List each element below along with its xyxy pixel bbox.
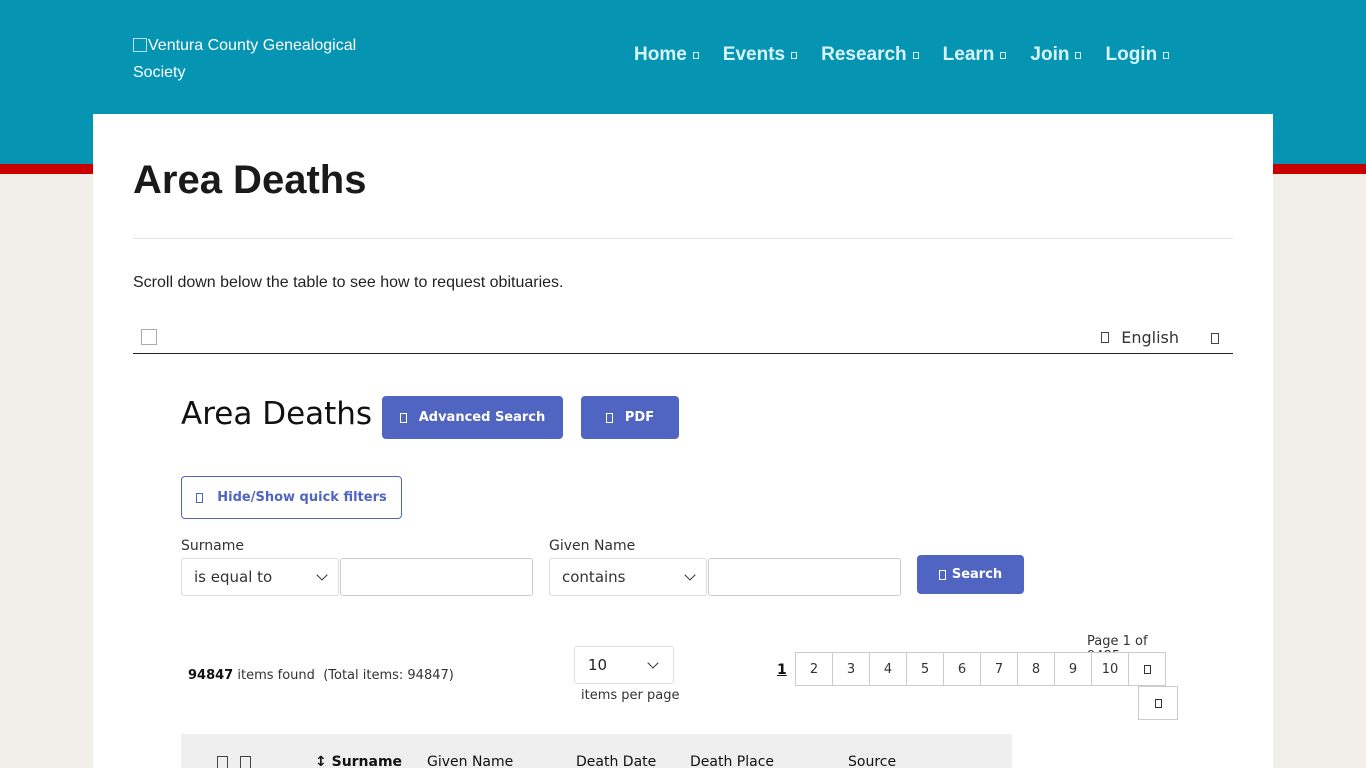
language-label: English bbox=[1121, 328, 1179, 347]
pdf-button[interactable]: PDF bbox=[581, 396, 679, 439]
page-title: Area Deaths bbox=[133, 158, 367, 202]
column-death-date[interactable]: Death Date bbox=[576, 754, 656, 768]
nav-label: Research bbox=[821, 44, 907, 65]
given-name-input[interactable] bbox=[708, 558, 901, 596]
chevron-down-icon bbox=[647, 657, 659, 669]
pdf-icon bbox=[605, 412, 613, 423]
search-icon bbox=[938, 569, 946, 580]
nav-events[interactable]: Events bbox=[722, 44, 798, 66]
nav-research[interactable]: Research bbox=[821, 44, 919, 66]
given-name-operator-select[interactable]: contains bbox=[549, 558, 707, 596]
caret-icon bbox=[1075, 51, 1082, 59]
search-button[interactable]: Search bbox=[917, 555, 1024, 594]
chevron-right-icon bbox=[1143, 664, 1151, 674]
select-value: contains bbox=[562, 568, 626, 586]
page-link-6[interactable]: 6 bbox=[943, 652, 981, 686]
page-link-9[interactable]: 9 bbox=[1054, 652, 1092, 686]
button-label: Advanced Search bbox=[418, 410, 546, 425]
filter-icon bbox=[196, 492, 204, 503]
select-value: 10 bbox=[588, 656, 608, 674]
broken-image-icon bbox=[133, 38, 147, 52]
caret-icon bbox=[912, 51, 919, 59]
site-logo[interactable]: Ventura County Genealogical Society bbox=[133, 32, 373, 86]
toggle-quick-filters-button[interactable]: Hide/Show quick filters bbox=[181, 476, 402, 519]
page-link-4[interactable]: 4 bbox=[869, 652, 907, 686]
nav-join[interactable]: Join bbox=[1030, 44, 1082, 66]
results-total: (Total items: 94847) bbox=[323, 668, 454, 683]
button-label: Search bbox=[951, 567, 1003, 582]
button-label: PDF bbox=[624, 410, 655, 425]
page-link-5[interactable]: 5 bbox=[906, 652, 944, 686]
items-per-page-label: items per page bbox=[581, 688, 680, 703]
column-given-name[interactable]: Given Name bbox=[427, 754, 513, 768]
logo-alt-text: Ventura County Genealogical Society bbox=[133, 37, 357, 81]
double-chevron-right-icon bbox=[1154, 698, 1162, 708]
current-page: 1 bbox=[777, 662, 787, 678]
results-suffix: items found bbox=[237, 668, 315, 683]
menu-icon[interactable] bbox=[1211, 333, 1219, 344]
chevron-down-icon bbox=[316, 569, 328, 581]
given-name-filter-label: Given Name bbox=[549, 538, 636, 554]
column-surname[interactable]: ↕ Surname bbox=[315, 754, 402, 768]
chevron-down-icon bbox=[684, 569, 696, 581]
globe-icon bbox=[1101, 332, 1110, 343]
surname-filter-label: Surname bbox=[181, 538, 244, 554]
column-source[interactable]: Source bbox=[848, 754, 896, 768]
select-all-checkbox[interactable] bbox=[217, 756, 228, 768]
broken-image-icon bbox=[141, 329, 157, 345]
page-link-2[interactable]: 2 bbox=[795, 652, 833, 686]
column-options-icon[interactable] bbox=[240, 756, 251, 768]
search-icon bbox=[399, 412, 407, 423]
surname-operator-select[interactable]: is equal to bbox=[181, 558, 339, 596]
page-link-3[interactable]: 3 bbox=[832, 652, 870, 686]
nav-home[interactable]: Home bbox=[634, 44, 699, 66]
nav-login[interactable]: Login bbox=[1105, 44, 1170, 66]
column-death-place[interactable]: Death Place bbox=[690, 754, 774, 768]
caret-icon bbox=[791, 51, 798, 59]
nav-label: Events bbox=[722, 44, 786, 65]
surname-input[interactable] bbox=[340, 558, 533, 596]
page-link-8[interactable]: 8 bbox=[1017, 652, 1055, 686]
nav-label: Login bbox=[1105, 44, 1158, 65]
items-per-page-select[interactable]: 10 bbox=[574, 646, 674, 684]
app-toolbar: English bbox=[133, 326, 1233, 354]
last-page-button[interactable] bbox=[1138, 686, 1178, 720]
title-divider bbox=[133, 238, 1233, 239]
results-number: 94847 bbox=[188, 668, 234, 683]
app-title: Area Deaths bbox=[181, 396, 373, 432]
caret-icon bbox=[1163, 51, 1170, 59]
nav-label: Join bbox=[1030, 44, 1070, 65]
intro-text: Scroll down below the table to see how t… bbox=[133, 274, 564, 291]
main-nav: Home Events Research Learn Join Login bbox=[634, 44, 1170, 66]
caret-icon bbox=[1000, 51, 1007, 59]
language-selector[interactable]: English bbox=[1101, 328, 1179, 347]
button-label: Hide/Show quick filters bbox=[217, 490, 387, 505]
page-link-10[interactable]: 10 bbox=[1091, 652, 1129, 686]
content-card: Area Deaths Scroll down below the table … bbox=[93, 114, 1273, 768]
caret-icon bbox=[692, 51, 699, 59]
page-link-7[interactable]: 7 bbox=[980, 652, 1018, 686]
nav-learn[interactable]: Learn bbox=[943, 44, 1007, 66]
results-count: 94847 items found (Total items: 94847) bbox=[188, 668, 454, 683]
pagination: 2 3 4 5 6 7 8 9 10 bbox=[795, 652, 1166, 686]
table-header: ↕ Surname Given Name Death Date Death Pl… bbox=[181, 734, 1012, 768]
nav-label: Learn bbox=[942, 44, 995, 65]
next-page-button[interactable] bbox=[1128, 652, 1166, 686]
advanced-search-button[interactable]: Advanced Search bbox=[382, 396, 563, 439]
select-value: is equal to bbox=[194, 568, 273, 586]
nav-label: Home bbox=[634, 44, 687, 65]
